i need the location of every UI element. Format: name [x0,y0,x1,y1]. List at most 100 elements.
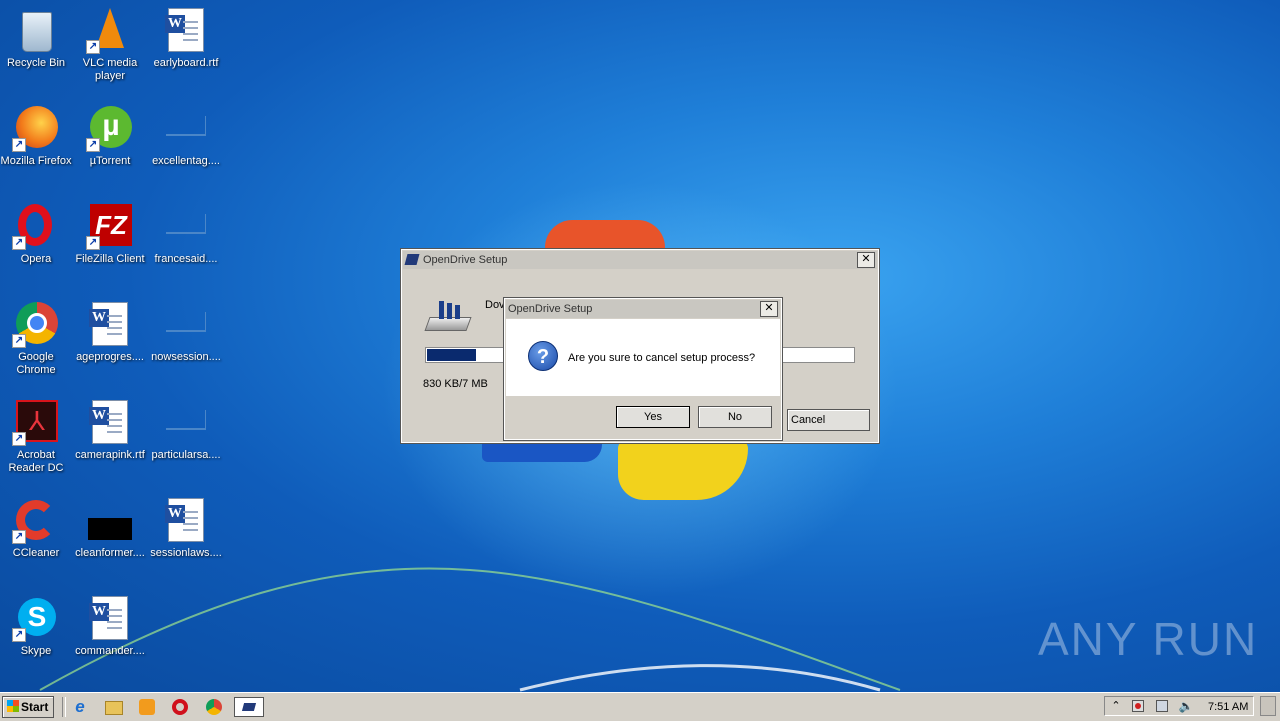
recycle-bin-icon [12,6,60,54]
start-label: Start [21,700,49,714]
action-center-flag-icon[interactable] [1130,698,1146,714]
desktop-icon-label: ageprogres.... [76,351,144,363]
black-thumbnail-icon [86,496,134,544]
yes-button[interactable]: Yes [616,406,690,428]
desktop-icon-sessionlaws[interactable]: W sessionlaws.... [148,492,224,560]
blank-file-icon [162,202,210,250]
desktop-icon-utorrent[interactable]: µ ↗ µTorrent [72,100,148,168]
internet-explorer-icon[interactable]: e [70,697,90,717]
start-button[interactable]: Start [2,696,54,718]
desktop-icon-label: Acrobat Reader DC [8,449,64,474]
blank-file-icon [162,104,210,152]
desktop-icon-label: sessionlaws.... [150,547,222,559]
opendrive-taskbar-button[interactable] [234,697,264,717]
shortcut-arrow-icon: ↗ [12,530,26,544]
confirm-message: Are you sure to cancel setup process? [568,352,756,364]
cancel-button[interactable]: Cancel [787,409,870,431]
desktop-icon-label: excellentag.... [152,155,220,167]
desktop-icon-label: cleanformer.... [75,547,145,559]
setup-dialog-close-button[interactable]: ✕ [857,252,875,268]
desktop-icon-earlyboard[interactable]: W earlyboard.rtf [148,2,224,70]
desktop-icon-label: Opera [20,253,52,265]
desktop-icon-label: Recycle Bin [6,57,66,69]
shortcut-arrow-icon: ↗ [12,628,26,642]
desktop-icon-recycle-bin[interactable]: Recycle Bin [0,2,74,70]
shortcut-arrow-icon: ↗ [86,40,100,54]
desktop-icon-label: Skype [20,645,52,657]
chrome-taskbar-icon[interactable] [204,697,224,717]
shortcut-arrow-icon: ↗ [12,138,26,152]
desktop-icon-label: earlyboard.rtf [153,57,219,69]
no-button[interactable]: No [698,406,772,428]
shortcut-arrow-icon: ↗ [86,236,100,250]
desktop-icon-label: particularsa.... [151,449,221,461]
setup-dialog-titlebar[interactable]: OpenDrive Setup ✕ [403,251,877,269]
anyrun-watermark: ANY RUN [1038,613,1259,665]
desktop-icon-label: Mozilla Firefox [0,155,72,167]
desktop-icon-opera[interactable]: ↗ Opera [0,198,74,266]
desktop-icon-label: µTorrent [89,155,131,167]
skype-icon: S ↗ [12,594,60,642]
firefox-icon: ↗ [12,104,60,152]
desktop-icon-cleanformer[interactable]: cleanformer.... [72,492,148,560]
network-icon[interactable] [1154,698,1170,714]
shortcut-arrow-icon: ↗ [12,334,26,348]
quicklaunch-divider [62,697,66,717]
shortcut-arrow-icon: ↗ [12,236,26,250]
desktop-icon-ageprogres[interactable]: W ageprogres.... [72,296,148,364]
desktop-icon-label: Google Chrome [16,351,56,376]
show-desktop-button[interactable] [1260,696,1276,716]
desktop-icon-skype[interactable]: S ↗ Skype [0,590,74,658]
file-explorer-icon[interactable] [103,697,123,717]
desktop-icon-label: commander.... [75,645,145,657]
desktop-icon-ccleaner[interactable]: ↗ CCleaner [0,492,74,560]
word-document-icon: W [86,300,134,348]
desktop-icon-francesaid[interactable]: francesaid.... [148,198,224,266]
word-document-icon: W [162,6,210,54]
download-progress-fill [427,349,477,361]
desktop-icon-excellentag[interactable]: excellentag.... [148,100,224,168]
desktop-icon-acrobat[interactable]: ⅄ ↗ Acrobat Reader DC [0,394,74,475]
blank-file-icon [162,398,210,446]
word-document-icon: W [162,496,210,544]
desktop-icon-label: FileZilla Client [75,253,145,265]
question-icon: ? [528,341,558,371]
desktop-icon-label: VLC media player [82,57,138,82]
desktop-icon-firefox[interactable]: ↗ Mozilla Firefox [0,100,74,168]
desktop-icon-label: nowsession.... [151,351,221,363]
confirm-dialog-titlebar[interactable]: OpenDrive Setup ✕ [506,300,780,318]
opera-taskbar-icon[interactable] [170,697,190,717]
chrome-icon: ↗ [12,300,60,348]
ccleaner-icon: ↗ [12,496,60,544]
desktop-icon-vlc[interactable]: ↗ VLC media player [72,2,148,83]
show-hidden-icons-button[interactable]: ⌃ [1108,698,1124,714]
opendrive-logo-icon [241,703,257,711]
desktop-icon-camerapink[interactable]: W camerapink.rtf [72,394,148,462]
shortcut-arrow-icon: ↗ [12,432,26,446]
confirm-dialog-body: ? Are you sure to cancel setup process? [506,319,780,396]
desktop-icon-particularsa[interactable]: particularsa.... [148,394,224,462]
utorrent-icon: µ ↗ [86,104,134,152]
confirm-dialog-close-button[interactable]: ✕ [760,301,778,317]
opendrive-logo-icon [404,254,420,265]
desktop-icon-chrome[interactable]: ↗ Google Chrome [0,296,74,377]
shortcut-arrow-icon: ↗ [86,138,100,152]
word-document-icon: W [86,594,134,642]
download-size-text: 830 KB/7 MB [423,378,488,390]
installer-disk-icon [424,301,472,331]
setup-dialog-title: OpenDrive Setup [423,254,508,266]
setup-status-text: Dov [485,299,505,311]
desktop-icon-label: CCleaner [12,547,60,559]
desktop-icon-nowsession[interactable]: nowsession.... [148,296,224,364]
taskbar-clock[interactable]: 7:51 AM [1208,701,1248,713]
blank-file-icon [162,300,210,348]
confirm-dialog-title: OpenDrive Setup [508,303,593,315]
volume-icon[interactable]: 🔈 [1178,698,1194,714]
acrobat-icon: ⅄ ↗ [12,398,60,446]
word-document-icon: W [86,398,134,446]
desktop: Recycle Bin ↗ VLC media player W earlybo… [0,0,1280,692]
desktop-icon-commander[interactable]: W commander.... [72,590,148,658]
media-player-icon[interactable] [137,697,157,717]
desktop-icon-filezilla[interactable]: FZ ↗ FileZilla Client [72,198,148,266]
taskbar: Start e ⌃ 🔈 7:51 AM [0,692,1280,721]
